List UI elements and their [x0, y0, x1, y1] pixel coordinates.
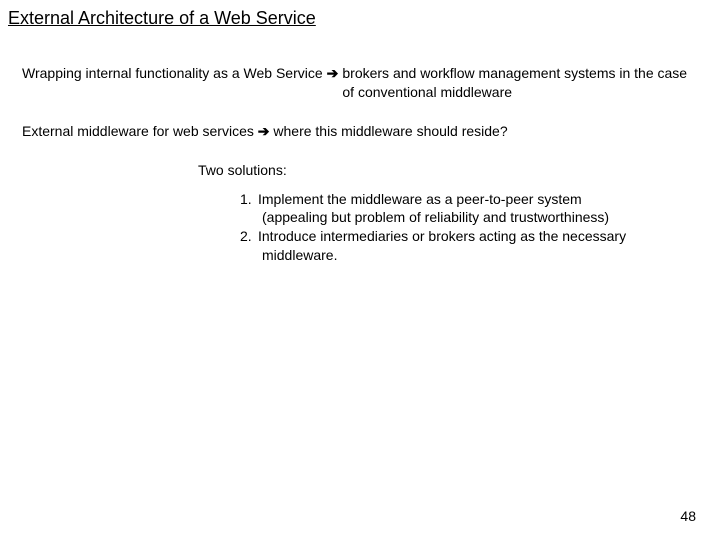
list-subtext: (appealing but problem of reliability an…	[262, 208, 670, 227]
slide: External Architecture of a Web Service W…	[0, 0, 720, 540]
solutions-list: 1. Implement the middleware as a peer-to…	[240, 190, 670, 266]
point-2-lhs: External middleware for web services	[22, 123, 258, 139]
point-2: External middleware for web services ➔ w…	[22, 122, 702, 141]
point-1: Wrapping internal functionality as a Web…	[22, 64, 702, 102]
list-text: Implement the middleware as a peer-to-pe…	[258, 190, 670, 209]
two-solutions-label: Two solutions:	[198, 161, 702, 180]
slide-body: Wrapping internal functionality as a Web…	[22, 64, 702, 265]
list-item: 1. Implement the middleware as a peer-to…	[240, 190, 670, 209]
arrow-right-icon: ➔	[327, 64, 339, 83]
list-text: Introduce intermediaries or brokers acti…	[258, 227, 670, 246]
list-subtext: middleware.	[262, 246, 670, 265]
page-number: 48	[680, 508, 696, 524]
point-1-rhs: brokers and workflow management systems …	[342, 64, 702, 102]
list-number: 1.	[240, 190, 258, 209]
list-number: 2.	[240, 227, 258, 246]
point-2-rhs: where this middleware should reside?	[273, 123, 507, 139]
point-1-lhs: Wrapping internal functionality as a Web…	[22, 64, 323, 83]
slide-title: External Architecture of a Web Service	[8, 8, 316, 29]
list-item: 2. Introduce intermediaries or brokers a…	[240, 227, 670, 246]
arrow-right-icon: ➔	[258, 123, 270, 139]
